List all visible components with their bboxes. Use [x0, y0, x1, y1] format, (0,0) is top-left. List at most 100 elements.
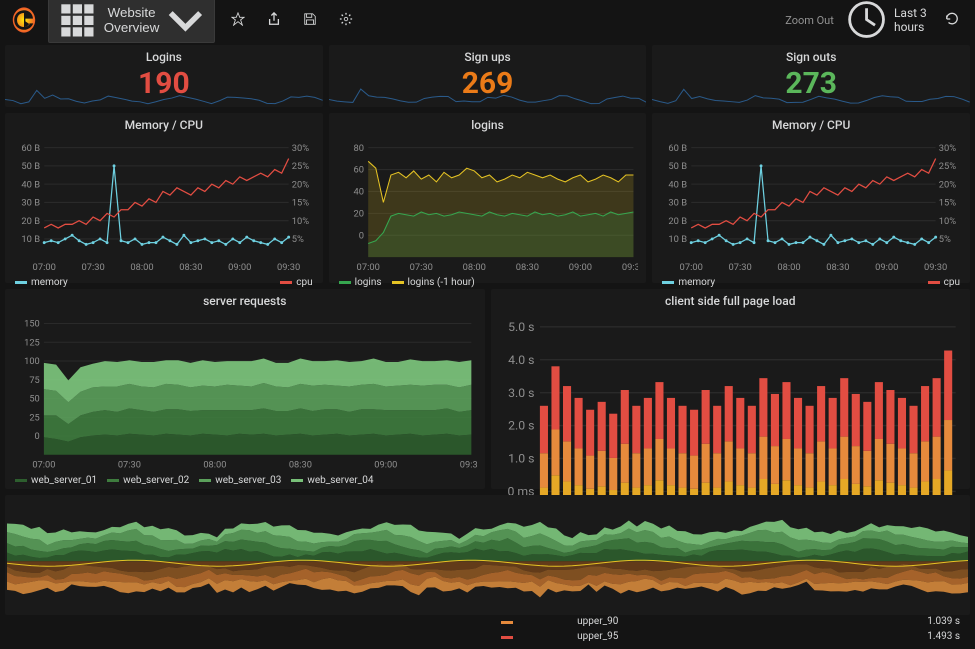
svg-text:08:30: 08:30	[827, 262, 850, 273]
svg-text:15%: 15%	[939, 198, 956, 209]
dashboard-picker[interactable]: Website Overview	[48, 0, 215, 43]
svg-text:4.0 s: 4.0 s	[508, 354, 534, 368]
stat-title: Logins	[7, 47, 321, 67]
save-icon	[303, 12, 317, 26]
clock-icon	[844, 0, 889, 43]
svg-text:08:00: 08:00	[203, 459, 226, 470]
stat-panel[interactable]: Sign ups 269	[329, 45, 647, 107]
dashboard-grid: Logins 190 Sign ups 269 Sign outs 273 Me…	[0, 40, 975, 620]
svg-text:80: 80	[353, 143, 364, 154]
legend-item[interactable]: memory	[15, 277, 68, 288]
sparkline	[329, 82, 647, 107]
svg-text:20 B: 20 B	[21, 216, 40, 227]
legend-item[interactable]: logins (-1 hour)	[392, 277, 475, 288]
svg-text:25%: 25%	[292, 161, 309, 172]
svg-text:07:30: 07:30	[81, 262, 104, 273]
svg-text:09:30: 09:30	[622, 262, 639, 273]
panel-title: server requests	[7, 291, 483, 311]
legend-item[interactable]: cpu	[280, 277, 312, 288]
legend-item[interactable]: web_server_01	[15, 475, 97, 486]
panel-title: logins	[331, 115, 645, 135]
legend-item[interactable]: web_server_02	[107, 475, 189, 486]
svg-text:30%: 30%	[939, 143, 956, 154]
svg-text:08:30: 08:30	[515, 262, 538, 273]
svg-text:07:00: 07:00	[32, 459, 55, 470]
svg-text:08:30: 08:30	[179, 262, 202, 273]
svg-text:09:00: 09:00	[228, 262, 251, 273]
sparkline	[5, 82, 323, 107]
svg-text:3.0 s: 3.0 s	[508, 387, 534, 401]
svg-text:07:00: 07:00	[356, 262, 379, 273]
stat-panel[interactable]: Sign outs 273	[652, 45, 970, 107]
stat-panel[interactable]: Logins 190	[5, 45, 323, 107]
star-button[interactable]	[225, 6, 251, 35]
svg-text:75: 75	[29, 375, 39, 386]
legend-item[interactable]: memory	[662, 277, 715, 288]
save-button[interactable]	[297, 6, 323, 35]
legend-item[interactable]: cpu	[928, 277, 960, 288]
svg-text:25%: 25%	[939, 161, 956, 172]
panel-logins[interactable]: logins 02040608007:0007:3008:0008:3009:0…	[329, 113, 647, 283]
svg-text:10%: 10%	[939, 216, 956, 227]
panel-memory---cpu[interactable]: Memory / CPU 10 B20 B30 B40 B50 B60 B5%1…	[652, 113, 970, 283]
zoom-out-button[interactable]: Zoom Out	[785, 14, 834, 27]
svg-text:07:30: 07:30	[118, 459, 141, 470]
stat-title: Sign outs	[654, 47, 968, 67]
row3: server requests 025507510012515007:0007:…	[5, 289, 970, 489]
svg-text:09:30: 09:30	[460, 459, 477, 470]
svg-text:30 B: 30 B	[669, 198, 688, 209]
svg-text:2.0 s: 2.0 s	[508, 420, 534, 434]
svg-text:60 B: 60 B	[21, 143, 40, 154]
panel-title: Memory / CPU	[7, 115, 321, 135]
header-right: Zoom Out Last 3 hours	[785, 0, 965, 43]
panel-server-requests[interactable]: server requests 025507510012515007:0007:…	[5, 289, 485, 489]
svg-text:5%: 5%	[939, 234, 951, 245]
svg-text:20%: 20%	[292, 179, 309, 190]
svg-text:09:30: 09:30	[924, 262, 947, 273]
top-header: Website Overview Zoom Out Last 3 hours	[0, 0, 975, 40]
svg-text:100: 100	[24, 356, 40, 367]
svg-text:40 B: 40 B	[669, 179, 688, 190]
stats-row: Logins 190 Sign ups 269 Sign outs 273	[5, 45, 970, 107]
settings-button[interactable]	[333, 6, 359, 35]
svg-text:150: 150	[24, 319, 40, 330]
svg-text:20%: 20%	[939, 179, 956, 190]
svg-text:10 B: 10 B	[669, 234, 688, 245]
share-button[interactable]	[261, 6, 287, 35]
legend-item[interactable]: logins	[339, 277, 382, 288]
panel-title: client side full page load	[493, 291, 969, 311]
svg-text:125: 125	[24, 337, 40, 348]
svg-text:60 B: 60 B	[669, 143, 688, 154]
refresh-icon	[945, 12, 959, 26]
grafana-logo	[10, 6, 38, 34]
sparkline	[652, 82, 970, 107]
svg-text:5%: 5%	[292, 234, 304, 245]
svg-text:07:00: 07:00	[680, 262, 703, 273]
svg-text:40: 40	[353, 187, 364, 198]
star-icon	[231, 12, 245, 26]
refresh-button[interactable]	[939, 6, 965, 35]
legend-row[interactable]: upper_951.493 s	[499, 630, 963, 643]
svg-text:40 B: 40 B	[21, 179, 40, 190]
panel-footer-graph[interactable]	[5, 495, 970, 615]
panel-memory---cpu[interactable]: Memory / CPU 10 B20 B30 B40 B50 B60 B5%1…	[5, 113, 323, 283]
svg-text:09:30: 09:30	[277, 262, 300, 273]
svg-text:30%: 30%	[292, 143, 309, 154]
panel-title: Memory / CPU	[654, 115, 968, 135]
svg-text:08:00: 08:00	[130, 262, 153, 273]
panel-page-load[interactable]: client side full page load 0 ms1.0 s2.0 …	[491, 289, 971, 489]
svg-text:10 B: 10 B	[21, 234, 40, 245]
svg-text:30 B: 30 B	[21, 198, 40, 209]
legend-item[interactable]: web_server_03	[199, 475, 281, 486]
svg-text:60: 60	[353, 165, 364, 176]
svg-text:07:00: 07:00	[33, 262, 56, 273]
legend-item[interactable]: web_server_04	[291, 475, 373, 486]
legend-row[interactable]: upper_901.039 s	[499, 615, 963, 628]
dashboard-title: Website Overview	[104, 5, 160, 35]
chevron-down-icon	[167, 2, 204, 39]
svg-text:0: 0	[358, 230, 363, 241]
svg-text:20 B: 20 B	[669, 216, 688, 227]
row2: Memory / CPU 10 B20 B30 B40 B50 B60 B5%1…	[5, 113, 970, 283]
time-range-picker[interactable]: Last 3 hours	[844, 0, 929, 43]
svg-text:07:30: 07:30	[409, 262, 432, 273]
